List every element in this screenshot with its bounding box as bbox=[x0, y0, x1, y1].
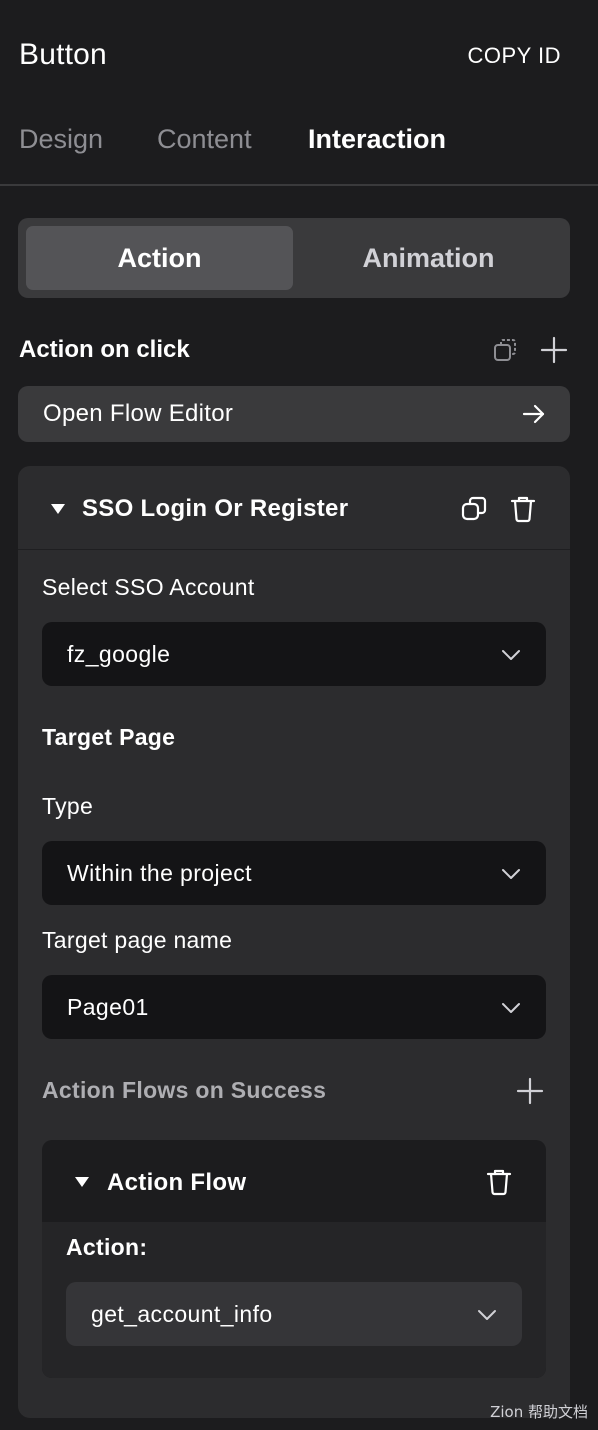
sso-card-title: SSO Login Or Register bbox=[82, 495, 349, 522]
arrow-right-icon bbox=[520, 400, 548, 428]
action-flow-body: Action: get_account_info bbox=[42, 1222, 546, 1378]
target-page-value: Page01 bbox=[67, 994, 149, 1020]
plus-icon[interactable] bbox=[515, 1076, 545, 1106]
copy-stack-icon[interactable] bbox=[491, 336, 521, 366]
segment-animation[interactable]: Animation bbox=[295, 226, 562, 290]
type-value: Within the project bbox=[67, 860, 252, 886]
trash-icon[interactable] bbox=[484, 1167, 514, 1197]
section-title: Action on click bbox=[19, 336, 190, 363]
type-label: Type bbox=[42, 793, 94, 819]
tab-content[interactable]: Content bbox=[157, 124, 252, 155]
sso-card-header[interactable]: SSO Login Or Register bbox=[18, 466, 570, 550]
segment-action[interactable]: Action bbox=[26, 226, 293, 290]
sso-account-select[interactable]: fz_google bbox=[42, 622, 546, 686]
action-label: Action: bbox=[66, 1234, 148, 1260]
plus-icon[interactable] bbox=[539, 335, 569, 365]
trash-icon[interactable] bbox=[508, 494, 538, 524]
flow-editor-label: Open Flow Editor bbox=[43, 400, 234, 427]
watermark-text: Zion 帮助文档 bbox=[490, 1403, 588, 1421]
action-select[interactable]: get_account_info bbox=[66, 1282, 522, 1346]
type-select[interactable]: Within the project bbox=[42, 841, 546, 905]
target-page-name-label: Target page name bbox=[42, 927, 233, 953]
segmented-control: Action Animation bbox=[18, 218, 570, 298]
chevron-down-icon bbox=[500, 863, 522, 885]
chevron-down-icon bbox=[476, 1304, 498, 1326]
sso-account-value: fz_google bbox=[67, 641, 171, 667]
sso-account-label: Select SSO Account bbox=[42, 574, 255, 600]
copy-id-button[interactable]: COPY ID bbox=[467, 43, 561, 69]
sso-login-card: SSO Login Or Register Select SSO Account… bbox=[18, 466, 570, 1418]
action-on-click-row: Action on click bbox=[19, 330, 570, 370]
tab-interaction[interactable]: Interaction bbox=[308, 124, 446, 155]
target-page-select[interactable]: Page01 bbox=[42, 975, 546, 1039]
action-flow-card: Action Flow Action: get_account_info bbox=[42, 1140, 546, 1378]
panel-title: Button bbox=[19, 38, 107, 71]
open-flow-editor-button[interactable]: Open Flow Editor bbox=[18, 386, 570, 442]
target-page-heading: Target Page bbox=[42, 724, 176, 750]
chevron-down-icon bbox=[500, 997, 522, 1019]
action-flow-header[interactable]: Action Flow bbox=[42, 1140, 546, 1222]
action-value: get_account_info bbox=[91, 1301, 273, 1327]
tab-design[interactable]: Design bbox=[19, 124, 103, 155]
action-flow-title: Action Flow bbox=[107, 1169, 247, 1196]
duplicate-icon[interactable] bbox=[460, 494, 490, 524]
action-flows-label: Action Flows on Success bbox=[42, 1077, 327, 1103]
caret-down-icon[interactable] bbox=[51, 504, 65, 514]
panel-header: Button COPY ID bbox=[0, 0, 598, 110]
tab-bar: Design Content Interaction bbox=[0, 110, 598, 186]
chevron-down-icon bbox=[500, 644, 522, 666]
caret-down-icon[interactable] bbox=[75, 1177, 89, 1187]
